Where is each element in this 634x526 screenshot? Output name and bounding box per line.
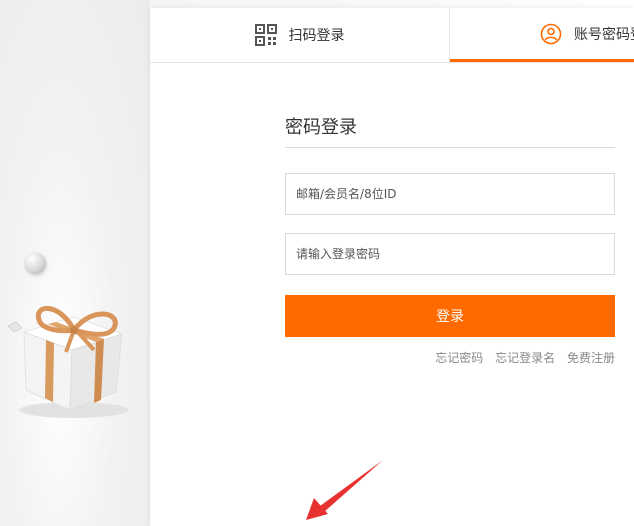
auxiliary-links: 忘记密码 忘记登录名 免费注册 [285,349,615,366]
password-login-form: 密码登录 登录 忘记密码 忘记登录名 免费注册 [285,114,615,366]
user-icon [540,23,562,45]
login-tabs: 扫码登录 账号密码登录 [150,8,634,63]
tab-qr-label: 扫码登录 [288,28,345,44]
forgot-password-link[interactable]: 忘记密码 [435,351,483,365]
forgot-username-link[interactable]: 忘记登录名 [495,351,555,365]
silver-orb-decoration [24,252,46,274]
annotation-arrow [306,460,383,520]
gift-box-illustration [7,305,129,418]
qr-code-icon [254,24,277,46]
username-input[interactable] [286,174,614,214]
register-link[interactable]: 免费注册 [567,351,615,365]
password-input[interactable] [286,234,614,274]
username-field [285,173,615,215]
password-field [285,233,615,275]
login-card: 扫码登录 账号密码登录 密码登录 登录 忘记密码 忘记登录名 免费注册 [150,8,634,526]
tab-qr-login[interactable]: 扫码登录 [150,8,450,62]
login-button[interactable]: 登录 [285,295,615,337]
form-title: 密码登录 [285,114,615,148]
tab-account-label: 账号密码登录 [574,26,634,43]
tab-account-login[interactable]: 账号密码登录 [450,8,634,62]
background-decoration [0,0,150,526]
